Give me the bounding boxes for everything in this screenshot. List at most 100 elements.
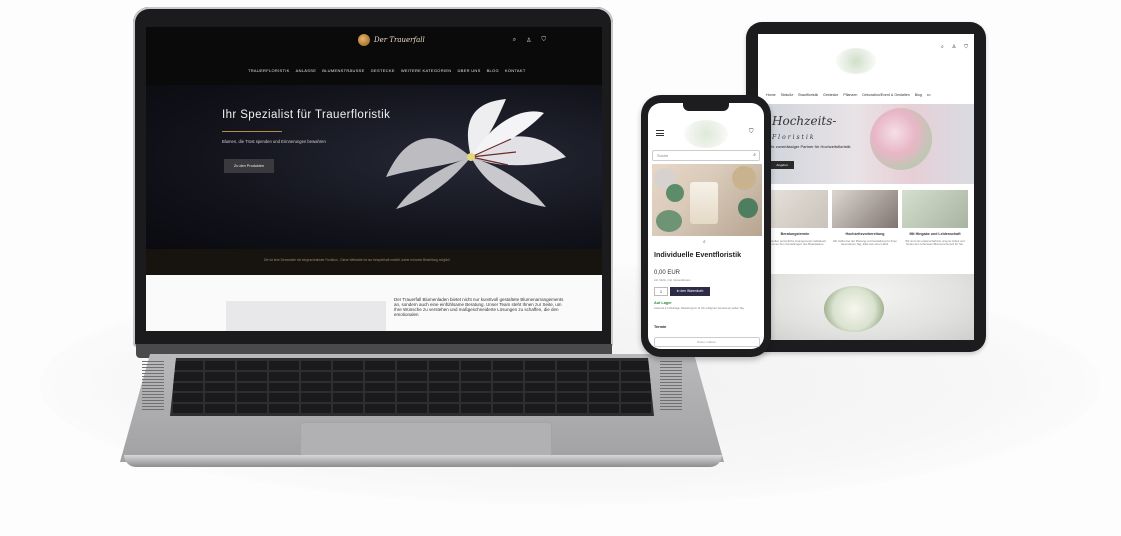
- hamburger-menu-icon[interactable]: [656, 130, 664, 136]
- keyboard-key[interactable]: [237, 382, 267, 392]
- keyboard-key[interactable]: [525, 361, 555, 370]
- keyboard-key[interactable]: [365, 361, 395, 370]
- keyboard-key[interactable]: [397, 371, 427, 381]
- tablet-nav-blog[interactable]: Blog: [915, 93, 922, 97]
- user-icon[interactable]: ♙: [952, 44, 956, 50]
- tablet-nav-brautfloristik[interactable]: Brautfloristik: [798, 93, 818, 97]
- keyboard-key[interactable]: [205, 404, 235, 413]
- keyboard-key[interactable]: [557, 404, 587, 413]
- keyboard-key[interactable]: [557, 393, 587, 403]
- keyboard-key[interactable]: [621, 361, 651, 370]
- keyboard-key[interactable]: [301, 371, 331, 381]
- keyboard-key[interactable]: [205, 393, 235, 403]
- tablet-site-logo[interactable]: [836, 48, 876, 74]
- keyboard-key[interactable]: [461, 361, 491, 370]
- keyboard-key[interactable]: [397, 404, 427, 413]
- nav-item-blog[interactable]: BLOG: [487, 68, 499, 73]
- keyboard-key[interactable]: [205, 382, 235, 392]
- keyboard-key[interactable]: [557, 361, 587, 370]
- keyboard-key[interactable]: [621, 404, 651, 413]
- tablet-nav-more[interactable]: •••: [927, 93, 931, 97]
- date-input[interactable]: Datum wählen: [654, 337, 760, 347]
- keyboard-key[interactable]: [365, 371, 395, 381]
- keyboard-key[interactable]: [269, 371, 299, 381]
- keyboard-key[interactable]: [397, 361, 427, 370]
- tablet-nav-straeusse[interactable]: Sträuße: [781, 93, 794, 97]
- keyboard-key[interactable]: [589, 382, 619, 392]
- nav-item-trauerfloristik[interactable]: TRAUERFLORISTIK: [248, 68, 290, 73]
- keyboard-key[interactable]: [525, 404, 555, 413]
- zoom-icon[interactable]: ⌕: [703, 239, 706, 245]
- laptop-trackpad[interactable]: [300, 422, 552, 456]
- keyboard-key[interactable]: [301, 404, 331, 413]
- phone-site-logo[interactable]: [684, 120, 728, 148]
- keyboard-key[interactable]: [589, 393, 619, 403]
- keyboard-key[interactable]: [365, 382, 395, 392]
- keyboard-key[interactable]: [493, 361, 523, 370]
- keyboard-key[interactable]: [493, 371, 523, 381]
- keyboard-key[interactable]: [333, 393, 363, 403]
- cart-icon[interactable]: ⛉: [964, 44, 968, 50]
- keyboard-key[interactable]: [397, 382, 427, 392]
- search-icon[interactable]: ⌕: [753, 152, 756, 158]
- keyboard-key[interactable]: [461, 371, 491, 381]
- quantity-input[interactable]: 1: [654, 287, 668, 296]
- to-products-button[interactable]: Zu den Produkten: [224, 159, 274, 173]
- keyboard-key[interactable]: [493, 393, 523, 403]
- keyboard-key[interactable]: [269, 361, 299, 370]
- keyboard-key[interactable]: [525, 382, 555, 392]
- keyboard-key[interactable]: [493, 382, 523, 392]
- keyboard-key[interactable]: [237, 393, 267, 403]
- keyboard-key[interactable]: [269, 393, 299, 403]
- keyboard-key[interactable]: [461, 393, 491, 403]
- keyboard-key[interactable]: [621, 382, 651, 392]
- keyboard-key[interactable]: [173, 361, 203, 370]
- keyboard-key[interactable]: [301, 393, 331, 403]
- keyboard-key[interactable]: [589, 361, 619, 370]
- keyboard-key[interactable]: [237, 361, 267, 370]
- nav-item-anlaesse[interactable]: ANLÄSSE: [296, 68, 317, 73]
- keyboard-key[interactable]: [557, 382, 587, 392]
- keyboard-key[interactable]: [621, 393, 651, 403]
- keyboard-key[interactable]: [589, 404, 619, 413]
- keyboard-key[interactable]: [525, 393, 555, 403]
- nav-item-blumenstraeusse[interactable]: BLUMENSTRÄUSSE: [322, 68, 364, 73]
- keyboard-key[interactable]: [333, 361, 363, 370]
- phone-search-input[interactable]: Suche ⌕: [652, 150, 760, 161]
- search-icon[interactable]: ⌕: [941, 44, 944, 50]
- tablet-nav-dekoration[interactable]: Dekoration/Event & Gestalten: [862, 93, 909, 97]
- cart-icon[interactable]: ⛉: [749, 129, 754, 136]
- keyboard-key[interactable]: [333, 382, 363, 392]
- keyboard-key[interactable]: [205, 361, 235, 370]
- keyboard-key[interactable]: [429, 361, 459, 370]
- keyboard-key[interactable]: [173, 404, 203, 413]
- keyboard-key[interactable]: [589, 371, 619, 381]
- keyboard-key[interactable]: [237, 404, 267, 413]
- tablet-nav-pflanzen[interactable]: Pflanzen: [843, 93, 857, 97]
- tablet-hero-button[interactable]: Angebot: [770, 161, 794, 169]
- keyboard-key[interactable]: [365, 404, 395, 413]
- keyboard-key[interactable]: [461, 382, 491, 392]
- tablet-nav-home[interactable]: Home: [766, 93, 776, 97]
- keyboard-key[interactable]: [429, 382, 459, 392]
- keyboard-key[interactable]: [173, 382, 203, 392]
- laptop-site-logo[interactable]: Der Trauerfall: [358, 34, 425, 46]
- keyboard-key[interactable]: [365, 393, 395, 403]
- keyboard-key[interactable]: [173, 393, 203, 403]
- keyboard-key[interactable]: [173, 371, 203, 381]
- nav-item-kontakt[interactable]: KONTAKT: [505, 68, 526, 73]
- keyboard-key[interactable]: [429, 393, 459, 403]
- nav-item-ueber-uns[interactable]: ÜBER UNS: [457, 68, 480, 73]
- keyboard-key[interactable]: [269, 404, 299, 413]
- user-icon[interactable]: ♙: [526, 37, 531, 44]
- keyboard-key[interactable]: [301, 361, 331, 370]
- search-icon[interactable]: ⌕: [513, 37, 516, 44]
- keyboard-key[interactable]: [429, 404, 459, 413]
- keyboard-key[interactable]: [397, 393, 427, 403]
- keyboard-key[interactable]: [333, 371, 363, 381]
- nav-item-weitere-kategorien[interactable]: WEITERE KATEGORIEN: [401, 68, 452, 73]
- keyboard-key[interactable]: [493, 404, 523, 413]
- cart-icon[interactable]: ⛉: [541, 37, 546, 44]
- keyboard-key[interactable]: [269, 382, 299, 392]
- keyboard-key[interactable]: [525, 371, 555, 381]
